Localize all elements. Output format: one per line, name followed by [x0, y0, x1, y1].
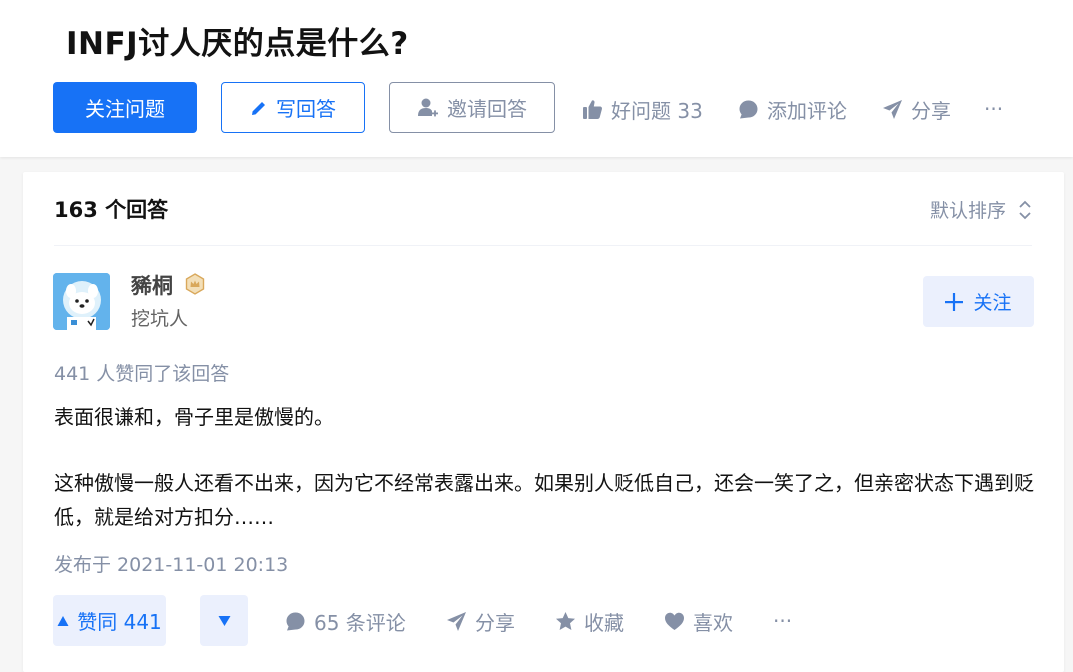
comments-button[interactable]: 65 条评论	[285, 606, 406, 636]
header-divider	[54, 245, 1032, 246]
question-header: INFJ讨人厌的点是什么? 关注问题 写回答 邀请回答 好问题 33 添加评论 …	[0, 0, 1073, 157]
more-dots-icon: ···	[773, 609, 793, 633]
follow-author-label: 关注	[973, 292, 1012, 314]
good-question-label: 好问题 33	[611, 98, 703, 123]
triangle-down-icon	[218, 615, 231, 627]
sort-label: 默认排序	[929, 200, 1006, 222]
verified-badge-icon	[184, 273, 206, 295]
add-comment-label: 添加评论	[767, 98, 847, 123]
avatar[interactable]	[53, 273, 110, 330]
upvote-button[interactable]: 赞同 441	[53, 595, 166, 646]
share-answer-label: 分享	[475, 610, 515, 635]
more-dots-icon: ···	[984, 97, 1004, 121]
answer-card: 163 个回答 默认排序 豨桐 挖坑人 关注 441 人赞同了该回答 表面很谦和…	[23, 172, 1064, 672]
answer-count: 163 个回答	[54, 198, 169, 222]
paper-plane-icon	[882, 99, 903, 120]
invite-answer-button[interactable]: 邀请回答	[389, 82, 555, 133]
sort-dropdown[interactable]: 默认排序	[930, 196, 1032, 223]
sort-chevron-icon	[1018, 199, 1032, 221]
more-options-button[interactable]: ···	[984, 94, 1003, 124]
paper-plane-icon	[446, 611, 467, 632]
add-comment-button[interactable]: 添加评论	[738, 94, 847, 124]
answer-paragraph: 表面很谦和，骨子里是傲慢的。	[54, 405, 334, 429]
collect-label: 收藏	[584, 610, 624, 635]
share-question-button[interactable]: 分享	[882, 94, 951, 124]
like-button[interactable]: 喜欢	[664, 606, 733, 636]
upvote-label: 赞同 441	[77, 610, 162, 634]
publish-time[interactable]: 发布于 2021-11-01 20:13	[54, 550, 288, 577]
thumbs-up-icon	[582, 99, 603, 120]
author-name[interactable]: 豨桐	[131, 270, 173, 300]
good-question-button[interactable]: 好问题 33	[582, 94, 703, 124]
answer-more-button[interactable]: ···	[773, 606, 792, 636]
question-title: INFJ讨人厌的点是什么?	[66, 26, 409, 62]
triangle-up-icon	[57, 615, 69, 627]
follow-question-label: 关注问题	[85, 97, 165, 121]
comment-bubble-icon	[738, 99, 759, 120]
follow-author-button[interactable]: 关注	[923, 276, 1034, 327]
follow-question-button[interactable]: 关注问题	[53, 82, 197, 133]
plus-icon	[945, 292, 964, 311]
comment-bubble-icon	[285, 611, 306, 632]
write-answer-label: 写回答	[276, 97, 336, 121]
pencil-icon	[250, 99, 268, 117]
collect-button[interactable]: 收藏	[555, 606, 624, 636]
star-icon	[555, 611, 576, 632]
author-bio: 挖坑人	[131, 308, 189, 330]
invite-user-icon	[417, 97, 439, 119]
write-answer-button[interactable]: 写回答	[221, 82, 365, 133]
share-answer-button[interactable]: 分享	[446, 606, 515, 636]
invite-answer-label: 邀请回答	[447, 97, 527, 121]
like-label: 喜欢	[693, 610, 733, 635]
answer-paragraph: 这种傲慢一般人还看不出来，因为它不经常表露出来。如果别人贬低自己，还会一笑了之，…	[54, 471, 1034, 529]
comments-label: 65 条评论	[314, 610, 406, 635]
heart-icon	[664, 611, 685, 632]
vote-info: 441 人赞同了该回答	[54, 363, 230, 385]
share-question-label: 分享	[911, 98, 951, 123]
downvote-button[interactable]	[200, 595, 248, 646]
